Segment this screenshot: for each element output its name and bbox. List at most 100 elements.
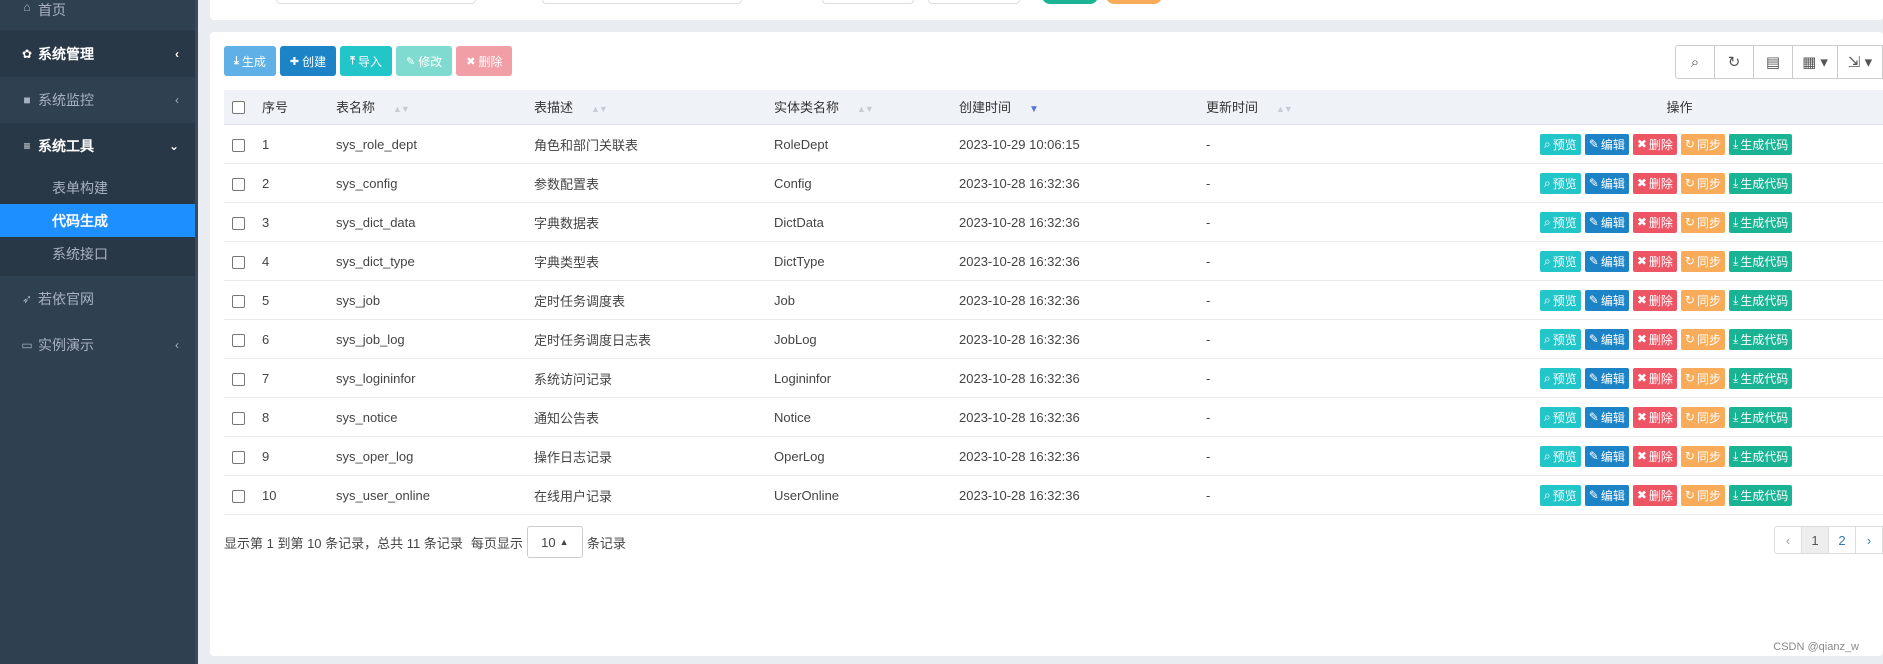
row-checkbox[interactable]	[232, 216, 245, 230]
generate-code-button[interactable]: ⤓ 生成代码	[1728, 211, 1793, 233]
table-row[interactable]: 5 sys_job 定时任务调度表 Job 2023-10-28 16:32:36- ⌕ 预…	[224, 280, 1883, 320]
sync-button[interactable]: ↻ 同步	[1680, 406, 1725, 428]
generate-code-button[interactable]: ⤓ 生成代码	[1728, 172, 1793, 194]
row-checkbox[interactable]	[232, 333, 245, 347]
edit-row-button[interactable]: ✎ 编辑	[1584, 484, 1629, 506]
delete-row-button[interactable]: ✖ 删除	[1632, 445, 1677, 467]
search-input[interactable]	[542, 0, 742, 4]
search-input[interactable]	[276, 0, 476, 4]
search-button[interactable]	[1042, 0, 1098, 4]
row-checkbox[interactable]	[232, 411, 245, 425]
row-checkbox[interactable]	[232, 294, 245, 308]
prev-page-button[interactable]: ‹	[1774, 526, 1802, 554]
toggle-view-button[interactable]: ▤	[1753, 45, 1793, 79]
sync-button[interactable]: ↻ 同步	[1680, 250, 1725, 272]
search-input[interactable]	[928, 0, 1020, 4]
preview-button[interactable]: ⌕ 预览	[1540, 211, 1581, 233]
delete-button[interactable]: ✖ 删除	[456, 46, 513, 76]
sync-button[interactable]: ↻ 同步	[1680, 484, 1725, 506]
delete-row-button[interactable]: ✖ 删除	[1632, 211, 1677, 233]
row-checkbox[interactable]	[232, 450, 245, 464]
sidebar-item-system-tools[interactable]: ≡ 系统工具 ⌄	[0, 123, 195, 169]
search-input[interactable]	[822, 0, 914, 4]
edit-row-button[interactable]: ✎ 编辑	[1584, 367, 1629, 389]
table-row[interactable]: 6 sys_job_log 定时任务调度日志表 JobLog 2023-10-28 16…	[224, 319, 1883, 359]
delete-row-button[interactable]: ✖ 删除	[1632, 484, 1677, 506]
delete-row-button[interactable]: ✖ 删除	[1632, 328, 1677, 350]
reset-button[interactable]	[1106, 0, 1162, 4]
generate-code-button[interactable]: ⤓ 生成代码	[1728, 133, 1793, 155]
table-row[interactable]: 3 sys_dict_data 字典数据表 DictData 2023-10-28 16…	[224, 202, 1883, 242]
row-checkbox[interactable]	[232, 255, 245, 269]
table-row[interactable]: 1 sys_role_dept 角色和部门关联表 RoleDept 2023-10-29…	[224, 124, 1883, 164]
generate-code-button[interactable]: ⤓ 生成代码	[1728, 445, 1793, 467]
col-header-table-desc[interactable]: 表描述 ▲▼	[526, 90, 766, 125]
sidebar-item-system-monitor[interactable]: ■ 系统监控 ‹	[0, 77, 195, 123]
preview-button[interactable]: ⌕ 预览	[1540, 367, 1581, 389]
edit-row-button[interactable]: ✎ 编辑	[1584, 172, 1629, 194]
generate-button[interactable]: ⤓ 生成	[224, 46, 276, 76]
row-checkbox[interactable]	[232, 372, 245, 386]
col-header-update-time[interactable]: 更新时间 ▲▼	[1198, 90, 1476, 125]
col-header-create-time[interactable]: 创建时间 ▼	[951, 90, 1198, 125]
row-checkbox[interactable]	[232, 177, 245, 191]
edit-row-button[interactable]: ✎ 编辑	[1584, 328, 1629, 350]
sync-button[interactable]: ↻ 同步	[1680, 211, 1725, 233]
edit-row-button[interactable]: ✎ 编辑	[1584, 445, 1629, 467]
sync-button[interactable]: ↻ 同步	[1680, 133, 1725, 155]
edit-button[interactable]: ✎ 修改	[396, 46, 453, 76]
generate-code-button[interactable]: ⤓ 生成代码	[1728, 289, 1793, 311]
delete-row-button[interactable]: ✖ 删除	[1632, 406, 1677, 428]
table-row[interactable]: 4 sys_dict_type 字典类型表 DictType 2023-10-28 16…	[224, 241, 1883, 281]
page-size-select[interactable]: 10 ▲	[526, 526, 583, 558]
generate-code-button[interactable]: ⤓ 生成代码	[1728, 406, 1793, 428]
preview-button[interactable]: ⌕ 预览	[1540, 406, 1581, 428]
sidebar-subitem-code-gen[interactable]: 代码生成	[0, 204, 195, 237]
row-checkbox[interactable]	[232, 489, 245, 503]
sidebar-item-system-management[interactable]: ✿ 系统管理 ‹	[0, 31, 195, 77]
next-page-button[interactable]: ›	[1855, 526, 1883, 554]
search-toggle-button[interactable]: ⌕	[1675, 45, 1715, 79]
sync-button[interactable]: ↻ 同步	[1680, 367, 1725, 389]
preview-button[interactable]: ⌕ 预览	[1540, 289, 1581, 311]
delete-row-button[interactable]: ✖ 删除	[1632, 172, 1677, 194]
refresh-button[interactable]: ↻	[1714, 45, 1754, 79]
edit-row-button[interactable]: ✎ 编辑	[1584, 406, 1629, 428]
table-row[interactable]: 9 sys_oper_log 操作日志记录 OperLog 2023-10-28 16:…	[224, 436, 1883, 476]
edit-row-button[interactable]: ✎ 编辑	[1584, 250, 1629, 272]
preview-button[interactable]: ⌕ 预览	[1540, 328, 1581, 350]
table-row[interactable]: 10 sys_user_online 在线用户记录 UserOnline 2023-10…	[224, 475, 1883, 515]
export-button[interactable]: ⇲ ▾	[1837, 45, 1883, 79]
sidebar-item-ruoyi-site[interactable]: ➶ 若依官网	[0, 276, 195, 322]
table-row[interactable]: 8 sys_notice 通知公告表 Notice 2023-10-28 16:32:3…	[224, 397, 1883, 437]
table-row[interactable]: 7 sys_logininfor 系统访问记录 Logininfor 2023-10-2…	[224, 358, 1883, 398]
table-row[interactable]: 2 sys_config 参数配置表 Config 2023-10-28 16:32:3…	[224, 163, 1883, 203]
delete-row-button[interactable]: ✖ 删除	[1632, 133, 1677, 155]
preview-button[interactable]: ⌕ 预览	[1540, 484, 1581, 506]
edit-row-button[interactable]: ✎ 编辑	[1584, 289, 1629, 311]
delete-row-button[interactable]: ✖ 删除	[1632, 289, 1677, 311]
generate-code-button[interactable]: ⤓ 生成代码	[1728, 484, 1793, 506]
sync-button[interactable]: ↻ 同步	[1680, 445, 1725, 467]
col-header-table-name[interactable]: 表名称 ▲▼	[328, 90, 526, 125]
page-1-button[interactable]: 1	[1801, 526, 1829, 554]
row-checkbox[interactable]	[232, 138, 245, 152]
select-all-checkbox[interactable]	[232, 101, 245, 115]
generate-code-button[interactable]: ⤓ 生成代码	[1728, 328, 1793, 350]
preview-button[interactable]: ⌕ 预览	[1540, 133, 1581, 155]
delete-row-button[interactable]: ✖ 删除	[1632, 367, 1677, 389]
generate-code-button[interactable]: ⤓ 生成代码	[1728, 367, 1793, 389]
sidebar-item-demo[interactable]: ▭ 实例演示 ‹	[0, 322, 195, 368]
create-button[interactable]: ✚ 创建	[279, 46, 337, 76]
sidebar-item-home[interactable]: ⌂ 首页	[0, 0, 195, 22]
sidebar-subitem-form-builder[interactable]: 表单构建	[0, 171, 195, 204]
import-button[interactable]: ⤒ 导入	[340, 46, 393, 76]
preview-button[interactable]: ⌕ 预览	[1540, 445, 1581, 467]
edit-row-button[interactable]: ✎ 编辑	[1584, 133, 1629, 155]
col-header-class-name[interactable]: 实体类名称 ▲▼	[766, 90, 951, 125]
preview-button[interactable]: ⌕ 预览	[1540, 172, 1581, 194]
columns-button[interactable]: ▦ ▾	[1792, 45, 1838, 79]
sidebar-subitem-system-api[interactable]: 系统接口	[0, 237, 195, 270]
generate-code-button[interactable]: ⤓ 生成代码	[1728, 250, 1793, 272]
sync-button[interactable]: ↻ 同步	[1680, 172, 1725, 194]
